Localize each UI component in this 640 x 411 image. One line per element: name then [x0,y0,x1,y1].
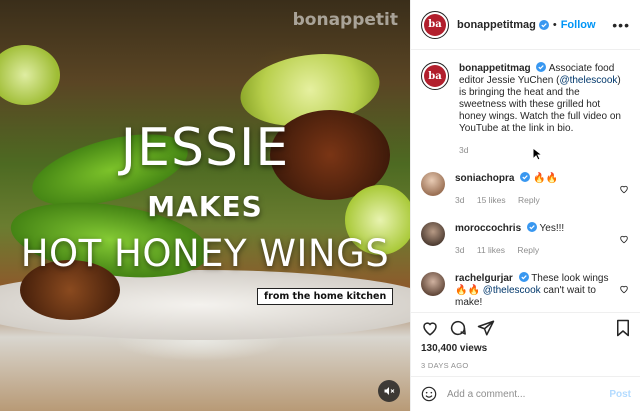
more-options-button[interactable]: ••• [612,17,630,33]
avatar-logo: ba [424,13,446,36]
action-icons [421,315,631,341]
caption-username[interactable]: bonappetitmag [459,63,531,74]
reply-button[interactable]: Reply [517,245,539,255]
comments-list[interactable]: ba bonappetitmag Associate food editor J… [411,50,640,310]
comment-text: 🔥🔥 [533,173,558,184]
mention-link[interactable]: @thelescook [483,285,541,296]
comment-username[interactable]: moroccochris [455,223,521,234]
likes-count[interactable]: 15 likes [477,195,506,205]
comment-body: rachelgurjar These look wings 🔥🔥 @theles… [455,272,620,309]
heart-icon[interactable] [421,319,439,337]
caption-body: bonappetitmag Associate food editor Jess… [459,62,624,156]
timestamp[interactable]: 3d [455,195,464,205]
video-tag: from the home kitchen [257,288,394,305]
avatar[interactable] [421,172,445,196]
avatar[interactable]: ba [421,10,449,39]
mention-link[interactable]: @thelescook [559,75,617,86]
post-video[interactable]: bonappetit JESSIE MAKES HOT HONEY WINGS … [0,0,410,411]
heart-icon[interactable] [619,284,629,294]
post-date[interactable]: 3 DAYS AGO [421,361,631,370]
post-actions: 130,400 views 3 DAYS AGO [411,312,640,370]
comment-input[interactable]: Add a comment... [447,389,609,400]
post-side-panel: ba bonappetitmag • Follow ••• ba bonappe… [410,0,640,411]
comment-meta: 3d 11 likes Reply [455,244,620,256]
comment-username[interactable]: soniachopra [455,173,514,184]
avatar-logo: ba [424,65,446,87]
follow-button[interactable]: Follow [561,19,596,31]
separator-dot: • [552,18,557,31]
avatar[interactable]: ba [421,62,449,90]
reply-button[interactable]: Reply [518,195,540,205]
lime-image [0,45,60,105]
comment-item: moroccochris Yes!!! 3d 11 likes Reply [421,206,631,256]
comment-body: moroccochris Yes!!! 3d 11 likes Reply [455,222,620,256]
comment-username[interactable]: rachelgurjar [455,273,513,284]
timestamp[interactable]: 3d [455,245,464,255]
verified-badge-icon [536,62,547,72]
comment-text: Yes!!! [539,223,565,234]
mouse-cursor-icon [532,147,542,161]
share-icon[interactable] [477,319,495,337]
avatar[interactable] [421,272,445,296]
video-title-line-2: MAKES [147,190,263,223]
caption: ba bonappetitmag Associate food editor J… [421,50,631,156]
comment-meta: 3d 15 likes Reply [455,194,620,206]
post-header: ba bonappetitmag • Follow ••• [411,0,640,50]
emoji-icon[interactable] [421,386,437,402]
avatar[interactable] [421,222,445,246]
timestamp[interactable]: 3d [459,145,468,155]
verified-badge-icon [520,172,531,182]
video-title-line-1: JESSIE [120,118,290,178]
speaker-muted-icon [384,387,395,395]
heart-icon[interactable] [619,184,629,194]
verified-badge-icon [538,19,549,30]
heart-icon[interactable] [619,234,629,244]
post-button[interactable]: Post [609,389,631,400]
likes-count[interactable]: 11 likes [477,245,505,255]
comment-icon[interactable] [449,319,467,337]
bookmark-icon[interactable] [615,319,631,337]
comment-item: soniachopra 🔥🔥 3d 15 likes Reply [421,156,631,206]
comment-item: rachelgurjar These look wings 🔥🔥 @theles… [421,256,631,309]
mute-button[interactable] [378,380,400,402]
views-count[interactable]: 130,400 views [421,343,631,354]
watermark-logo: bonappetit [292,10,398,30]
add-comment-bar: Add a comment... Post [411,376,640,411]
verified-badge-icon [526,222,537,232]
comment-body: soniachopra 🔥🔥 3d 15 likes Reply [455,172,620,206]
video-title-line-3: HOT HONEY WINGS [20,232,390,275]
verified-badge-icon [518,272,529,282]
username-link[interactable]: bonappetitmag [457,19,536,31]
